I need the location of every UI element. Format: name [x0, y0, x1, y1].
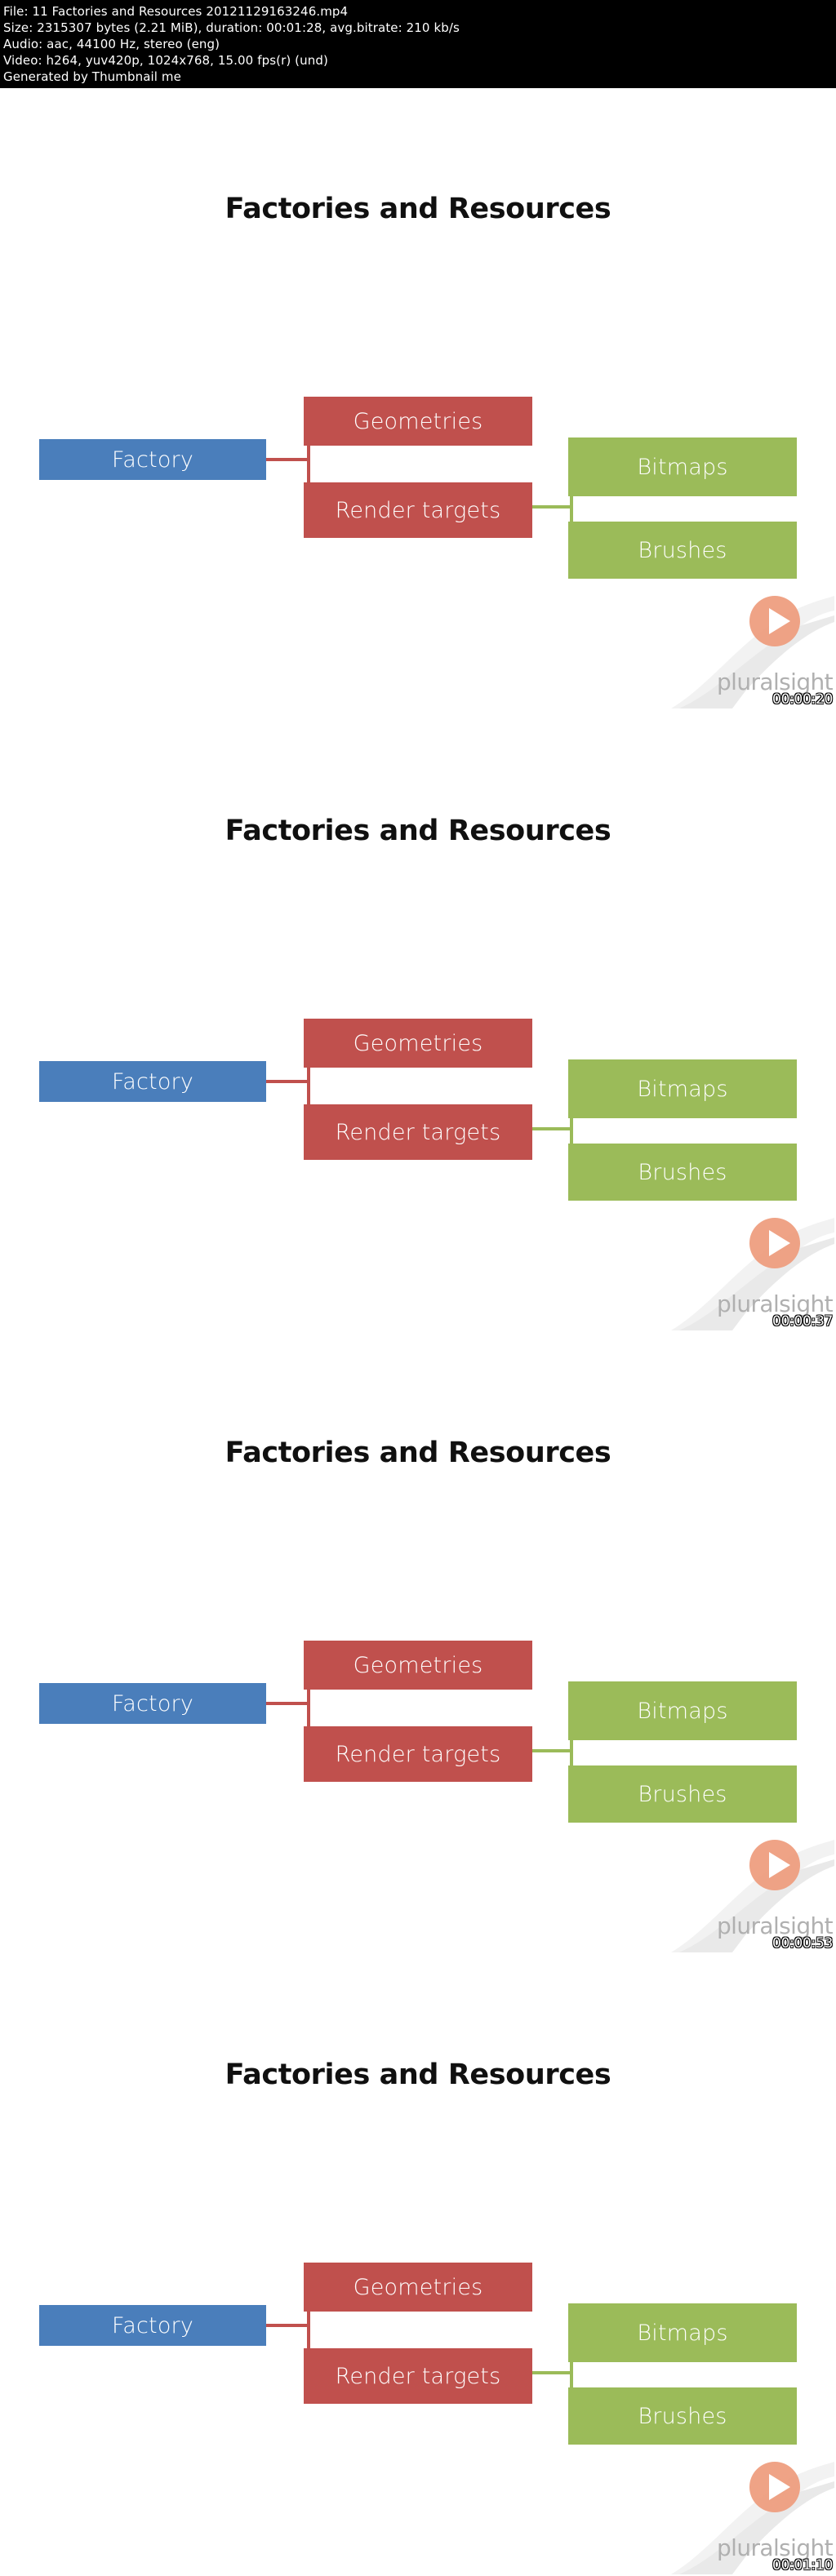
- node-geometries[interactable]: Geometries: [304, 1641, 532, 1690]
- info-line-size: Size: 2315307 bytes (2.21 MiB), duration…: [3, 20, 460, 35]
- pluralsight-watermark: pluralsight 00:00:53: [671, 1830, 834, 1952]
- node-factory[interactable]: Factory: [39, 2305, 266, 2346]
- node-brushes-label: Brushes: [638, 537, 727, 563]
- node-geometries-label: Geometries: [353, 1030, 483, 1056]
- info-line-audio: Audio: aac, 44100 Hz, stereo (eng): [3, 37, 220, 51]
- pluralsight-watermark: pluralsight 00:00:20: [671, 586, 834, 708]
- node-geometries[interactable]: Geometries: [304, 2263, 532, 2312]
- info-line-video: Video: h264, yuv420p, 1024x768, 15.00 fp…: [3, 53, 328, 68]
- frame-timestamp: 00:00:53: [772, 1935, 833, 1952]
- thumbnail-frame[interactable]: Factories and Resources Factory Geometri…: [0, 88, 836, 710]
- node-brushes-label: Brushes: [638, 2403, 727, 2429]
- frame-timestamp: 00:00:37: [772, 1313, 833, 1330]
- thumbnail-frame[interactable]: Factories and Resources Factory Geometri…: [0, 1332, 836, 1954]
- node-render-targets-label: Render targets: [335, 497, 501, 523]
- node-render-targets[interactable]: Render targets: [304, 1104, 532, 1160]
- node-brushes-label: Brushes: [638, 1159, 727, 1185]
- node-brushes[interactable]: Brushes: [568, 1144, 797, 1201]
- video-info-header: File: 11 Factories and Resources 2012112…: [0, 0, 836, 88]
- node-geometries-label: Geometries: [353, 1652, 483, 1678]
- node-brushes[interactable]: Brushes: [568, 1765, 797, 1823]
- play-triangle-icon[interactable]: [769, 2474, 790, 2500]
- node-geometries-label: Geometries: [353, 408, 483, 434]
- node-brushes[interactable]: Brushes: [568, 2387, 797, 2445]
- node-factory-label: Factory: [111, 446, 194, 473]
- node-geometries-label: Geometries: [353, 2274, 483, 2300]
- play-triangle-icon[interactable]: [769, 608, 790, 634]
- node-factory[interactable]: Factory: [39, 439, 266, 480]
- node-factory[interactable]: Factory: [39, 1061, 266, 1102]
- node-render-targets[interactable]: Render targets: [304, 2348, 532, 2404]
- node-brushes[interactable]: Brushes: [568, 522, 797, 579]
- thumbnail-frame[interactable]: Factories and Resources Factory Geometri…: [0, 1954, 836, 2576]
- node-bitmaps-label: Bitmaps: [637, 1076, 728, 1102]
- node-bitmaps[interactable]: Bitmaps: [568, 1681, 797, 1740]
- info-line-generator: Generated by Thumbnail me: [3, 69, 181, 84]
- node-bitmaps-label: Bitmaps: [637, 1698, 728, 1724]
- thumbnail-grid: Factories and Resources Factory Geometri…: [0, 88, 836, 2576]
- node-render-targets-label: Render targets: [335, 1119, 501, 1145]
- node-render-targets-label: Render targets: [335, 1741, 501, 1767]
- node-factory-label: Factory: [111, 1068, 194, 1095]
- play-triangle-icon[interactable]: [769, 1230, 790, 1256]
- node-factory-label: Factory: [111, 1690, 194, 1717]
- frame-timestamp: 00:00:20: [772, 691, 833, 708]
- node-bitmaps[interactable]: Bitmaps: [568, 437, 797, 496]
- node-geometries[interactable]: Geometries: [304, 1019, 532, 1068]
- node-bitmaps-label: Bitmaps: [637, 454, 728, 480]
- node-geometries[interactable]: Geometries: [304, 397, 532, 446]
- node-bitmaps[interactable]: Bitmaps: [568, 2303, 797, 2362]
- play-triangle-icon[interactable]: [769, 1852, 790, 1878]
- node-bitmaps-label: Bitmaps: [637, 2320, 728, 2346]
- thumbnail-frame[interactable]: Factories and Resources Factory Geometri…: [0, 710, 836, 1332]
- info-line-file: File: 11 Factories and Resources 2012112…: [3, 4, 349, 19]
- node-bitmaps[interactable]: Bitmaps: [568, 1059, 797, 1118]
- pluralsight-watermark: pluralsight 00:01:10: [671, 2452, 834, 2574]
- node-factory[interactable]: Factory: [39, 1683, 266, 1724]
- node-factory-label: Factory: [111, 2312, 194, 2338]
- node-render-targets[interactable]: Render targets: [304, 1726, 532, 1782]
- node-brushes-label: Brushes: [638, 1781, 727, 1807]
- node-render-targets[interactable]: Render targets: [304, 482, 532, 538]
- node-render-targets-label: Render targets: [335, 2363, 501, 2389]
- frame-timestamp: 00:01:10: [772, 2557, 833, 2574]
- pluralsight-watermark: pluralsight 00:00:37: [671, 1208, 834, 1330]
